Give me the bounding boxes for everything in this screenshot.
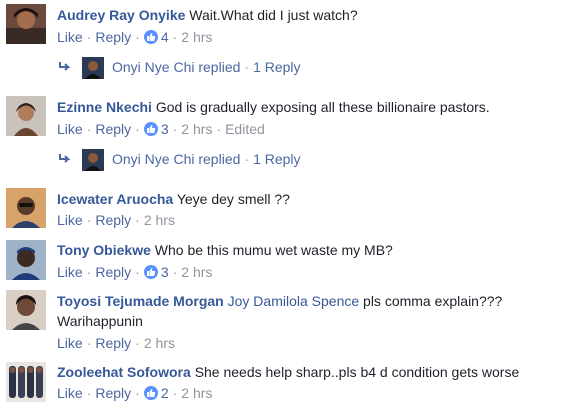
- comment-actions: Like · Reply · 2 hrs: [57, 212, 175, 228]
- comment-actions: Like · Reply · 3 · 2 hrs: [57, 263, 213, 281]
- comment-text: Icewater Aruocha Yeye dey smell ??: [57, 189, 566, 209]
- reply-link[interactable]: Reply: [95, 264, 131, 280]
- comment-text: Toyosi Tejumade Morgan Joy Damilola Spen…: [57, 291, 566, 331]
- avatar[interactable]: [6, 240, 46, 280]
- reply-link[interactable]: Reply: [95, 121, 131, 137]
- reply-preview[interactable]: Onyi Nye Chi replied · 1 Reply: [58, 145, 301, 173]
- avatar[interactable]: [6, 96, 46, 136]
- avatar: [82, 57, 104, 80]
- thumbs-up-icon: [143, 386, 158, 400]
- like-count-value: 3: [160, 264, 169, 280]
- reply-link[interactable]: Reply: [95, 29, 131, 45]
- like-link[interactable]: Like: [57, 212, 83, 228]
- comment-body: Yeye dey smell ??: [176, 191, 290, 207]
- reply-link[interactable]: Reply: [95, 335, 131, 351]
- like-link[interactable]: Like: [57, 264, 83, 280]
- reply-link[interactable]: Reply: [95, 212, 131, 228]
- comment-body: Wait.What did I just watch?: [189, 7, 358, 23]
- comment-actions: Like · Reply · 2 · 2 hrs: [57, 384, 213, 402]
- avatar: [82, 149, 104, 172]
- comment-actions: Like · Reply · 2 hrs: [57, 335, 175, 351]
- timestamp[interactable]: 2 hrs: [181, 264, 212, 280]
- like-count[interactable]: 3: [143, 263, 169, 281]
- comment-author[interactable]: Icewater Aruocha: [57, 191, 173, 207]
- avatar[interactable]: [6, 290, 46, 330]
- comment-body: God is gradually exposing all these bill…: [155, 99, 490, 115]
- timestamp[interactable]: 2 hrs: [144, 212, 175, 228]
- mention-link[interactable]: Joy Damilola Spence: [228, 293, 360, 309]
- reply-link[interactable]: Reply: [95, 385, 131, 401]
- like-link[interactable]: Like: [57, 335, 83, 351]
- comment-text: Tony Obiekwe Who be this mumu wet waste …: [57, 240, 566, 260]
- like-count[interactable]: 4: [143, 28, 169, 46]
- like-count[interactable]: 2: [143, 384, 169, 402]
- edited-label[interactable]: Edited: [225, 121, 265, 137]
- reply-arrow-icon: [58, 146, 74, 174]
- thumbs-up-icon: [143, 265, 158, 279]
- thumbs-up-icon: [143, 122, 158, 136]
- reply-author[interactable]: Onyi Nye Chi replied: [112, 59, 240, 75]
- comment-author[interactable]: Tony Obiekwe: [57, 242, 151, 258]
- comment-author[interactable]: Toyosi Tejumade Morgan: [57, 293, 224, 309]
- reply-count[interactable]: 1 Reply: [253, 59, 300, 75]
- comment-text: Zooleehat Sofowora She needs help sharp.…: [57, 362, 566, 382]
- avatar[interactable]: [6, 188, 46, 228]
- comment-author[interactable]: Zooleehat Sofowora: [57, 364, 191, 380]
- comment-author[interactable]: Audrey Ray Onyike: [57, 7, 185, 23]
- comment-actions: Like · Reply · 4 · 2 hrs: [57, 28, 213, 46]
- comment-actions: Like · Reply · 3 · 2 hrs · Edited: [57, 120, 265, 138]
- comment-author[interactable]: Ezinne Nkechi: [57, 99, 152, 115]
- reply-author[interactable]: Onyi Nye Chi replied: [112, 151, 240, 167]
- like-link[interactable]: Like: [57, 385, 83, 401]
- like-link[interactable]: Like: [57, 121, 83, 137]
- like-count-value: 3: [160, 121, 169, 137]
- comment-body: She needs help sharp..pls b4 d condition…: [194, 364, 520, 380]
- timestamp[interactable]: 2 hrs: [181, 29, 212, 45]
- comment-text: Ezinne Nkechi God is gradually exposing …: [57, 97, 566, 117]
- reply-preview[interactable]: Onyi Nye Chi replied · 1 Reply: [58, 53, 301, 81]
- timestamp[interactable]: 2 hrs: [181, 385, 212, 401]
- timestamp[interactable]: 2 hrs: [144, 335, 175, 351]
- avatar[interactable]: [6, 4, 46, 44]
- like-count-value: 4: [160, 29, 169, 45]
- like-count[interactable]: 3: [143, 120, 169, 138]
- timestamp[interactable]: 2 hrs: [181, 121, 212, 137]
- reply-count[interactable]: 1 Reply: [253, 151, 300, 167]
- like-link[interactable]: Like: [57, 29, 83, 45]
- thumbs-up-icon: [143, 30, 158, 44]
- like-count-value: 2: [160, 385, 169, 401]
- comment-text: Audrey Ray Onyike Wait.What did I just w…: [57, 5, 566, 25]
- comment-body: Who be this mumu wet waste my MB?: [154, 242, 393, 258]
- reply-arrow-icon: [58, 54, 74, 82]
- avatar[interactable]: [6, 362, 46, 402]
